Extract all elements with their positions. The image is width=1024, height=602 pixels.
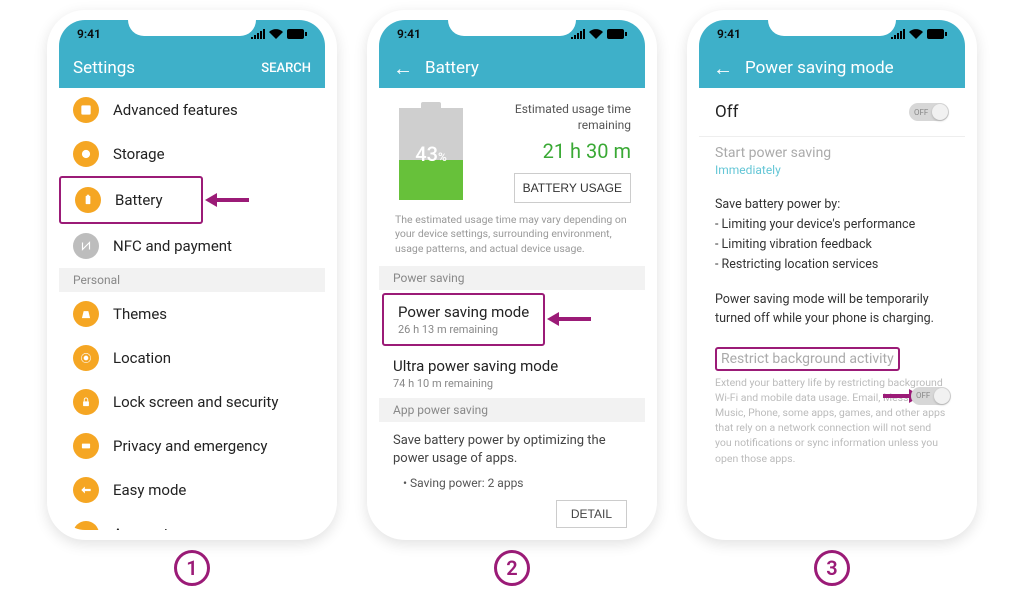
battery-icon	[607, 29, 627, 39]
start-sub: Immediately	[715, 163, 949, 177]
upsm-sub: 74 h 10 m remaining	[393, 377, 631, 390]
list-item-battery[interactable]: Battery	[59, 176, 203, 224]
fine-print: The estimated usage time may vary depend…	[379, 209, 645, 266]
privacy-icon	[73, 433, 99, 459]
nfc-icon	[73, 233, 99, 259]
battery-usage-button[interactable]: BATTERY USAGE	[514, 173, 631, 203]
page-title: Battery	[425, 58, 631, 78]
lock-icon	[73, 389, 99, 415]
status-time: 9:41	[397, 27, 421, 41]
restrict-title: Restrict background activity	[715, 347, 900, 371]
upsm-title: Ultra power saving mode	[393, 357, 631, 375]
wifi-icon	[589, 29, 603, 39]
list-item-location[interactable]: Location	[59, 336, 325, 380]
wifi-icon	[269, 29, 283, 39]
back-arrow-icon[interactable]: ←	[393, 58, 413, 78]
item-label: Accounts	[113, 525, 176, 530]
section-header-personal: Personal	[59, 268, 325, 292]
signal-icon	[571, 29, 585, 39]
psm-title: Power saving mode	[398, 303, 529, 321]
item-label: Location	[113, 349, 171, 367]
status-icons	[251, 29, 307, 39]
arrow-pointer-icon	[203, 191, 251, 209]
list-item-nfc[interactable]: NFC and payment	[59, 224, 325, 268]
back-arrow-icon[interactable]: ←	[713, 58, 733, 78]
item-label: Easy mode	[113, 481, 186, 499]
status-icons	[891, 29, 947, 39]
arrow-pointer-icon	[545, 310, 593, 328]
app-bar: Settings SEARCH	[59, 48, 325, 88]
page-title: Power saving mode	[745, 58, 951, 78]
off-toggle[interactable]: OFF	[909, 103, 949, 121]
item-label: Battery	[115, 191, 163, 209]
signal-icon	[251, 29, 265, 39]
storage-icon	[73, 141, 99, 167]
status-time: 9:41	[717, 27, 741, 41]
notch	[768, 10, 896, 36]
start-power-row[interactable]: Start power saving Immediately	[699, 137, 965, 185]
themes-icon	[73, 301, 99, 327]
detail-button[interactable]: DETAIL	[556, 500, 627, 528]
battery-icon	[75, 187, 101, 213]
phone-frame-3: 9:41 ← Power saving mode Off OFF Start p…	[687, 10, 977, 540]
list-item-privacy[interactable]: Privacy and emergency	[59, 424, 325, 468]
step-badge-1: 1	[174, 550, 210, 586]
start-title: Start power saving	[715, 145, 949, 161]
estimated-label: Estimated usage time remaining	[473, 102, 631, 133]
accounts-icon	[73, 521, 99, 530]
app-power-bullet: • Saving power: 2 apps	[379, 472, 645, 494]
battery-percent: 43	[415, 142, 438, 166]
list-item-advanced[interactable]: Advanced features	[59, 88, 325, 132]
power-saving-mode-item[interactable]: Power saving mode 26 h 13 m remaining	[382, 293, 545, 346]
battery-icon	[287, 29, 307, 39]
page-title: Settings	[73, 58, 249, 78]
off-label: Off	[715, 102, 739, 122]
item-label: Storage	[113, 145, 165, 163]
restrict-toggle[interactable]: OFF	[911, 387, 951, 405]
item-label: NFC and payment	[113, 237, 232, 255]
restrict-body: Extend your battery life by restricting …	[699, 371, 965, 470]
percent-sign: %	[438, 150, 447, 164]
item-label: Privacy and emergency	[113, 437, 267, 455]
step-badge-2: 2	[494, 550, 530, 586]
psm-sub: 26 h 13 m remaining	[398, 323, 529, 336]
status-icons	[571, 29, 627, 39]
off-toggle-row[interactable]: Off OFF	[699, 88, 965, 136]
battery-fill	[399, 160, 463, 200]
phone-frame-2: 9:41 ← Battery 43% Estima	[367, 10, 657, 540]
phone-frame-1: 9:41 Settings SEARCH Advanced features S…	[47, 10, 337, 540]
section-header-app-power: App power saving	[379, 398, 645, 422]
battery-graphic: 43%	[397, 102, 465, 203]
signal-icon	[891, 29, 905, 39]
estimated-time: 21 h 30 m	[473, 139, 631, 163]
item-label: Lock screen and security	[113, 393, 278, 411]
app-power-text: Save battery power by optimizing the pow…	[379, 422, 645, 472]
app-bar: ← Power saving mode	[699, 48, 965, 88]
step-badge-3: 3	[814, 550, 850, 586]
restrict-row[interactable]: Restrict background activity	[699, 341, 965, 371]
list-item-lock[interactable]: Lock screen and security	[59, 380, 325, 424]
notch	[128, 10, 256, 36]
battery-hero: 43% Estimated usage time remaining 21 h …	[379, 88, 645, 209]
status-time: 9:41	[77, 27, 101, 41]
easy-icon	[73, 477, 99, 503]
item-label: Themes	[113, 305, 167, 323]
wifi-icon	[909, 29, 923, 39]
notch	[448, 10, 576, 36]
charge-note: Power saving mode will be temporarily tu…	[699, 285, 965, 341]
item-label: Advanced features	[113, 101, 238, 119]
list-item-easy[interactable]: Easy mode	[59, 468, 325, 512]
battery-icon	[927, 29, 947, 39]
list-item-storage[interactable]: Storage	[59, 132, 325, 176]
list-item-themes[interactable]: Themes	[59, 292, 325, 336]
search-action[interactable]: SEARCH	[261, 61, 311, 76]
app-bar: ← Battery	[379, 48, 645, 88]
save-body: Save battery power by: - Limiting your d…	[699, 185, 965, 285]
list-item-accounts[interactable]: Accounts	[59, 512, 325, 530]
ultra-power-saving-item[interactable]: Ultra power saving mode 74 h 10 m remain…	[379, 349, 645, 398]
advanced-icon	[73, 97, 99, 123]
location-icon	[73, 345, 99, 371]
section-header-power-saving: Power saving	[379, 266, 645, 290]
